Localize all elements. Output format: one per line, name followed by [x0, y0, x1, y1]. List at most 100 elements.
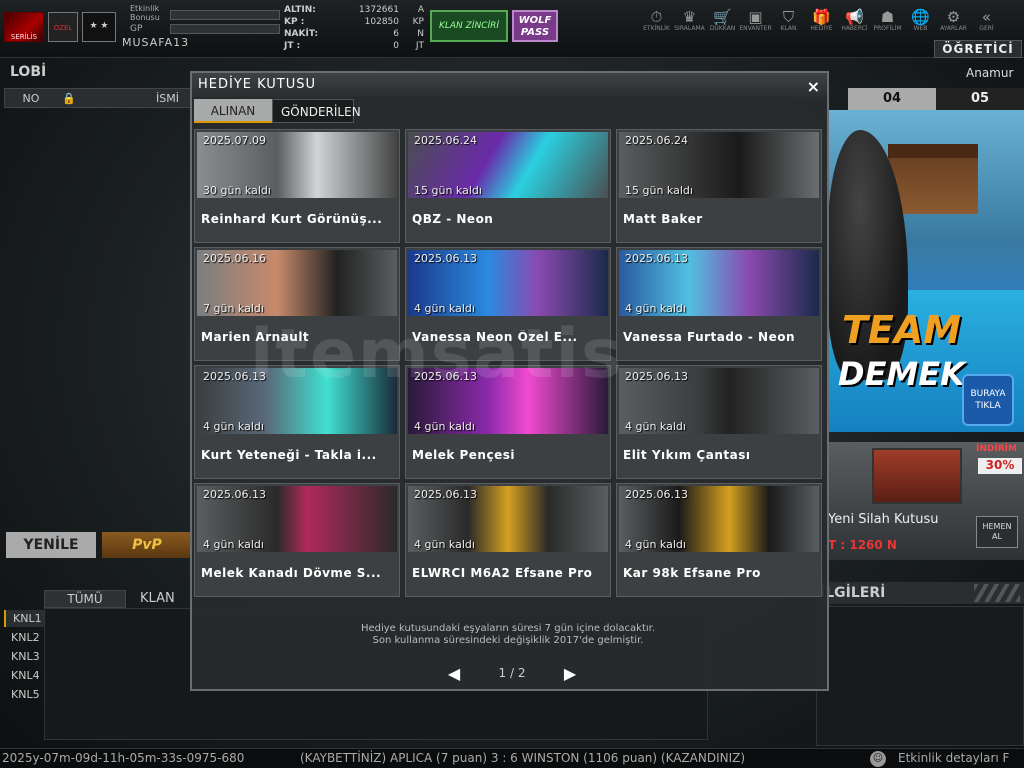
room-list-header: NO 🔒 İSMİ: [4, 88, 192, 108]
gift-card[interactable]: 2025.06.13 4 gün kaldı Elit Yıkım Çantas…: [616, 365, 822, 479]
gift-card[interactable]: 2025.06.13 4 gün kaldı Kar 98k Efsane Pr…: [616, 483, 822, 597]
channel-tab[interactable]: KNL1: [4, 610, 44, 627]
tab-sent[interactable]: GÖNDERİLEN: [272, 99, 361, 123]
currency-value: 1372661: [358, 5, 399, 15]
gift-card[interactable]: 2025.06.13 4 gün kaldı Vanessa Furtado -…: [616, 247, 822, 361]
gift-time-left: 4 gün kaldı: [414, 420, 475, 433]
gift-item-name: Melek Pençesi: [412, 448, 515, 462]
currency-value: 102850: [364, 17, 399, 27]
nav-item-cart[interactable]: 🛒 DÜKKAN: [706, 8, 739, 32]
gift-item-name: Matt Baker: [623, 212, 703, 226]
currency-unit: JT: [415, 41, 424, 51]
gift-time-left: 4 gün kaldı: [625, 302, 686, 315]
nav-label: GERİ: [979, 25, 994, 32]
lock-icon: 🔒: [62, 91, 76, 105]
news-ticker: 2025y-07m-09d-11h-05m-33s-0975-680 (KAYB…: [0, 748, 1024, 768]
info-header-text: İLGİLERİ: [820, 585, 886, 601]
page-indicator: 1 / 2: [498, 666, 526, 680]
stars-badge: ★ ★: [82, 12, 116, 42]
gift-item-image: 2025.06.13 4 gün kaldı: [408, 368, 608, 434]
username: MUSAFA13: [122, 36, 190, 49]
gift-item-name: Reinhard Kurt Görünüş...: [201, 212, 383, 226]
nav-label: AYARLAR: [940, 25, 967, 32]
nav-item-back[interactable]: «GERİ: [970, 8, 1003, 32]
gift-date: 2025.07.09: [203, 134, 266, 147]
nav-item-globe[interactable]: 🌐 WEB: [904, 8, 937, 32]
buy-now-button[interactable]: HEMEN AL: [976, 516, 1018, 548]
gp-label: GP: [130, 24, 143, 34]
gift-item-image: 2025.06.13 4 gün kaldı: [408, 486, 608, 552]
banner-hut: [888, 144, 978, 214]
prev-page-icon[interactable]: ◀: [442, 664, 466, 683]
gift-date: 2025.06.24: [414, 134, 477, 147]
refresh-button[interactable]: YENİLE: [6, 532, 96, 558]
gift-item-image: 2025.06.24 15 gün kaldı: [619, 132, 819, 198]
nav-item-inventory[interactable]: ▣ ENVANTER: [739, 8, 772, 32]
gift-card[interactable]: 2025.06.13 4 gün kaldı ELWRCI M6A2 Efsan…: [405, 483, 611, 597]
gift-time-left: 4 gün kaldı: [625, 538, 686, 551]
gift-card[interactable]: 2025.07.09 30 gün kaldı Reinhard Kurt Gö…: [194, 129, 400, 243]
promo-banner[interactable]: TEAM DEMEK BURAYA TIKLA: [828, 110, 1024, 432]
col-name[interactable]: İSMİ: [81, 92, 191, 105]
gift-item-image: 2025.07.09 30 gün kaldı: [197, 132, 397, 198]
nav-item-gear[interactable]: ⚙ AYARLAR: [937, 8, 970, 32]
currency-unit: KP: [412, 17, 424, 27]
clan-chain-button[interactable]: KLAN ZİNCİRİ: [430, 10, 508, 42]
tab-received[interactable]: ALINAN: [194, 99, 272, 123]
gift-item-image: 2025.06.13 4 gün kaldı: [619, 368, 819, 434]
gp-bar: [170, 24, 280, 34]
click-here-button[interactable]: BURAYA TIKLA: [962, 374, 1014, 426]
currency-key: JT :: [284, 41, 301, 51]
back-icon: «: [981, 8, 992, 26]
nav-item-gift[interactable]: 🎁 HEDİYE: [805, 8, 838, 32]
gift-item-name: Kurt Yeteneği - Takla i...: [201, 448, 377, 462]
currency-key: NAKİT:: [284, 29, 319, 39]
nav-item-megaphone[interactable]: 📢 HABERCİ: [838, 8, 871, 32]
channel-tab[interactable]: KNL5: [4, 686, 44, 703]
clock-icon: ⏱: [650, 8, 663, 26]
gift-date: 2025.06.16: [203, 252, 266, 265]
dialog-title-text: HEDİYE KUTUSU: [198, 77, 317, 92]
nav-label: KLAN: [780, 25, 797, 32]
ticker-event-info[interactable]: Etkinlik detayları F: [898, 749, 1009, 768]
gift-card[interactable]: 2025.06.24 15 gün kaldı Matt Baker: [616, 129, 822, 243]
gift-time-left: 15 gün kaldı: [625, 184, 693, 197]
room-tab-05[interactable]: 05: [936, 88, 1024, 110]
nav-item-profile[interactable]: ☗ PROFİLİM: [871, 8, 904, 32]
gift-item-name: Melek Kanadı Dövme S...: [201, 566, 382, 580]
gift-time-left: 15 gün kaldı: [414, 184, 482, 197]
chat-tab-clan[interactable]: KLAN: [140, 590, 190, 608]
nav-item-clock[interactable]: ⏱ ETKİNLİK: [640, 8, 673, 32]
gift-card[interactable]: 2025.06.16 7 gün kaldı Marien Arnault: [194, 247, 400, 361]
dialog-title: HEDİYE KUTUSU ×: [192, 73, 827, 97]
nav-item-ranking[interactable]: ♛ SIRALAMA: [673, 8, 706, 32]
pvp-mode-button[interactable]: PvP: [102, 532, 192, 558]
gift-date: 2025.06.13: [625, 252, 688, 265]
gift-card[interactable]: 2025.06.13 4 gün kaldı Vanessa Neon Özel…: [405, 247, 611, 361]
wolf-pass-button[interactable]: WOLF PASS: [512, 10, 558, 42]
gift-icon: 🎁: [812, 8, 831, 26]
currency-key: ALTIN:: [284, 5, 316, 15]
profile-icon: ☗: [880, 8, 895, 26]
currency-row: NAKİT: 6 N: [284, 28, 424, 40]
chat-tab-all[interactable]: TÜMÜ: [44, 590, 126, 608]
globe-icon: 🌐: [911, 8, 930, 26]
gift-card[interactable]: 2025.06.13 4 gün kaldı Kurt Yeteneği - T…: [194, 365, 400, 479]
channel-tab[interactable]: KNL2: [4, 629, 44, 646]
gift-time-left: 4 gün kaldı: [625, 420, 686, 433]
game-logo: SERİLİS: [4, 12, 44, 42]
tutorial-button[interactable]: ÖĞRETİCİ: [934, 40, 1022, 58]
channel-tab[interactable]: KNL3: [4, 648, 44, 665]
rank-badge: ÖZEL: [48, 12, 78, 42]
nav-item-shield[interactable]: ⛉ KLAN: [772, 8, 805, 32]
room-tab-04[interactable]: 04: [848, 88, 936, 110]
gift-card[interactable]: 2025.06.13 4 gün kaldı Melek Pençesi: [405, 365, 611, 479]
col-no[interactable]: NO: [5, 92, 57, 105]
gift-card[interactable]: 2025.06.24 15 gün kaldı QBZ - Neon: [405, 129, 611, 243]
pager: ◀ 1 / 2 ▶: [442, 663, 582, 683]
close-icon[interactable]: ×: [807, 75, 821, 99]
next-page-icon[interactable]: ▶: [558, 664, 582, 683]
room-tabs: 04 05: [848, 88, 1024, 110]
channel-tab[interactable]: KNL4: [4, 667, 44, 684]
gift-card[interactable]: 2025.06.13 4 gün kaldı Melek Kanadı Dövm…: [194, 483, 400, 597]
